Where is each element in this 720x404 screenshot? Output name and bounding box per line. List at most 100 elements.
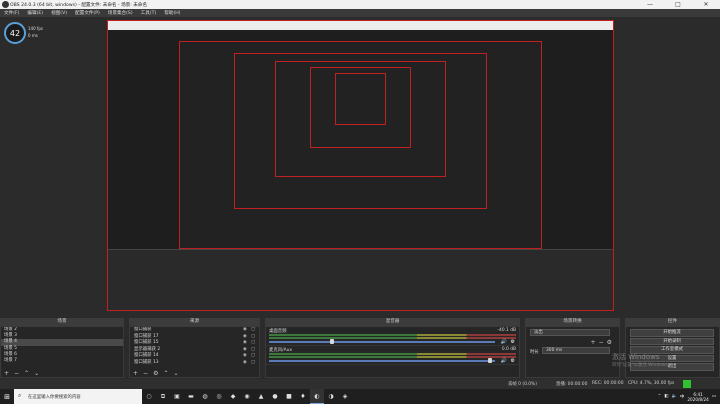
network-icon[interactable]: ◧ (664, 394, 668, 399)
preview-canvas[interactable] (107, 20, 614, 311)
store-icon[interactable]: ▣ (170, 389, 184, 404)
minimize-button[interactable]: — (636, 1, 664, 8)
live-time: 直播: 00:00:00 (556, 382, 588, 387)
remove-transition-icon[interactable]: − (599, 339, 607, 346)
move-down-icon[interactable]: ⌄ (34, 370, 39, 377)
system-tray: ⌃ ◧ 🔈 中 6:41 2020/8/24 ▭ (658, 392, 720, 402)
title-bar: OBS 24.0.3 (64 bit, windows) - 配置文件: 未命名… (0, 0, 720, 9)
volume-meter (269, 353, 516, 355)
menu-view[interactable]: 视图(V) (47, 10, 71, 16)
notification-icon[interactable]: ▭ (712, 394, 716, 399)
transitions-dock-title: 场景转换 (525, 318, 620, 326)
activation-watermark: 激活 Windows (612, 353, 660, 361)
source-item[interactable]: 窗口捕获 13 ◉ ▢ (130, 360, 259, 367)
add-transition-icon[interactable]: + (591, 339, 599, 346)
steam-icon[interactable]: ◑ (324, 389, 338, 404)
start-recording-button[interactable]: 开始录制 (630, 337, 714, 345)
cpu-status: CPU: 4.7%, 30.00 fps (628, 381, 675, 386)
fps-gauge: 42 (4, 22, 26, 44)
menu-edit[interactable]: 编辑(E) (23, 10, 47, 16)
nested-titlebar (108, 21, 613, 30)
remove-scene-icon[interactable]: − (14, 370, 19, 377)
move-down-icon[interactable]: ⌄ (173, 370, 178, 377)
scene-item[interactable]: 场景 7 (1, 358, 123, 364)
obs-taskbar-icon[interactable]: ◐ (310, 389, 324, 404)
mixer-channel: 麦克风/Aux 0.0 dB 🔊 ⚙ (266, 346, 519, 365)
duration-input[interactable]: 300 ms (542, 347, 610, 354)
volume-slider-handle[interactable] (330, 339, 334, 344)
nested-docks (108, 249, 613, 310)
add-scene-icon[interactable]: + (4, 370, 9, 377)
speaker-icon[interactable]: 🔊 (501, 358, 507, 364)
app-icon[interactable]: ◆ (226, 389, 240, 404)
volume-meter (269, 356, 516, 358)
overlay-line-1: 140 fps (28, 26, 43, 31)
source-label: 窗口捕获 13 (134, 359, 159, 365)
chrome-icon[interactable]: ◉ (240, 389, 254, 404)
menu-profile[interactable]: 配置文件(P) (71, 10, 104, 16)
mixer-dock: 桌面音频 -40.1 dB 🔊 ⚙ 麦克风/Aux 0.0 dB 🔊 ⚙ (265, 326, 520, 378)
sources-dock-title: 来源 (129, 318, 260, 326)
scenes-dock-title: 场景 (0, 318, 124, 326)
maximize-button[interactable]: □ (664, 1, 692, 8)
dropped-frames: 丢帧 0 (0.0%) (508, 382, 537, 387)
channel-db: 0.0 dB (501, 347, 516, 352)
start-streaming-button[interactable]: 开始推流 (630, 329, 714, 337)
task-view-icon[interactable]: ○ (142, 389, 156, 404)
app-icon[interactable]: ■ (282, 389, 296, 404)
scenes-dock: 场景 2 场景 3 场景 4 场景 5 场景 6 场景 7 + − ⌃ ⌄ (0, 326, 124, 378)
duration-label: 时长 (530, 350, 539, 355)
app-icon[interactable]: ◎ (212, 389, 226, 404)
activation-watermark-sub: 转到"设置"以激活 Windows。 (612, 363, 673, 368)
multitask-icon[interactable]: ⧉ (156, 389, 170, 404)
transition-toolbar: +−⚙ (591, 339, 615, 346)
window-title: OBS 24.0.3 (64 bit, windows) - 配置文件: 未命名… (10, 2, 148, 8)
app-icon[interactable]: ● (268, 389, 282, 404)
close-button[interactable]: ✕ (692, 1, 720, 8)
menu-tools[interactable]: 工具(T) (137, 10, 161, 16)
move-up-icon[interactable]: ⌃ (24, 370, 29, 377)
gear-icon[interactable]: ⚙ (511, 339, 515, 345)
controls-dock-title: 控件 (625, 318, 720, 326)
app-icon[interactable]: ◈ (338, 389, 352, 404)
transition-select[interactable]: 淡出 (530, 329, 610, 336)
gear-icon[interactable]: ⚙ (153, 370, 158, 377)
app-icon[interactable]: ▲ (254, 389, 268, 404)
gear-icon[interactable]: ⚙ (511, 358, 515, 364)
eye-icon[interactable]: ◉ (243, 360, 251, 367)
volume-slider-handle[interactable] (488, 358, 492, 363)
search-placeholder: 在这里输入你要搜索的内容 (28, 394, 81, 400)
taskbar-clock[interactable]: 6:41 2020/8/24 (687, 392, 708, 402)
app-icon[interactable]: ◍ (198, 389, 212, 404)
add-source-icon[interactable]: + (133, 370, 138, 377)
scenes-toolbar: + − ⌃ ⌄ (1, 369, 123, 377)
remove-source-icon[interactable]: − (143, 370, 148, 377)
volume-slider[interactable] (269, 341, 495, 343)
channel-db: -40.1 dB (497, 328, 516, 333)
explorer-icon[interactable]: ▬ (184, 389, 198, 404)
gear-icon[interactable]: ⚙ (607, 339, 615, 346)
app-icon[interactable]: ♦ (296, 389, 310, 404)
windows-start-icon[interactable]: ⊞ (0, 389, 14, 404)
speaker-icon[interactable]: 🔊 (501, 339, 507, 345)
taskbar-search-input[interactable]: ⌕ 在这里输入你要搜索的内容 (14, 389, 142, 404)
menu-file[interactable]: 文件(F) (0, 10, 23, 16)
volume-icon[interactable]: 🔈 (671, 394, 676, 399)
menu-scene-collection[interactable]: 场景集合(S) (104, 10, 137, 16)
windows-taskbar: ⊞ ⌕ 在这里输入你要搜索的内容 ○ ⧉ ▣ ▬ ◍ ◎ ◆ ◉ ▲ ● ■ ♦… (0, 389, 720, 404)
overlay-line-2: 0 ms (28, 33, 38, 38)
menu-help[interactable]: 帮助(H) (160, 10, 184, 16)
sources-dock: 窗口捕获 ◉ ▢ 窗口捕获 17 ◉ ▢ 窗口捕获 15 ◉ ▢ 显示器捕获 2 ◉ ▢ 窗口捕… (129, 326, 260, 378)
volume-slider[interactable] (269, 360, 495, 362)
connection-indicator (683, 380, 691, 388)
ime-indicator[interactable]: 中 (680, 394, 684, 400)
nested-preview-5 (335, 73, 386, 126)
chevron-up-icon[interactable]: ⌃ (658, 394, 662, 399)
obs-logo-icon (2, 1, 9, 8)
volume-meter (269, 337, 516, 339)
performance-overlay: 42 140 fps 0 ms (4, 22, 50, 46)
move-up-icon[interactable]: ⌃ (163, 370, 168, 377)
lock-icon[interactable]: ▢ (251, 360, 259, 367)
mixer-dock-title: 混音器 (265, 318, 520, 326)
transitions-dock: 淡出 +−⚙ 时长 300 ms (525, 326, 620, 378)
